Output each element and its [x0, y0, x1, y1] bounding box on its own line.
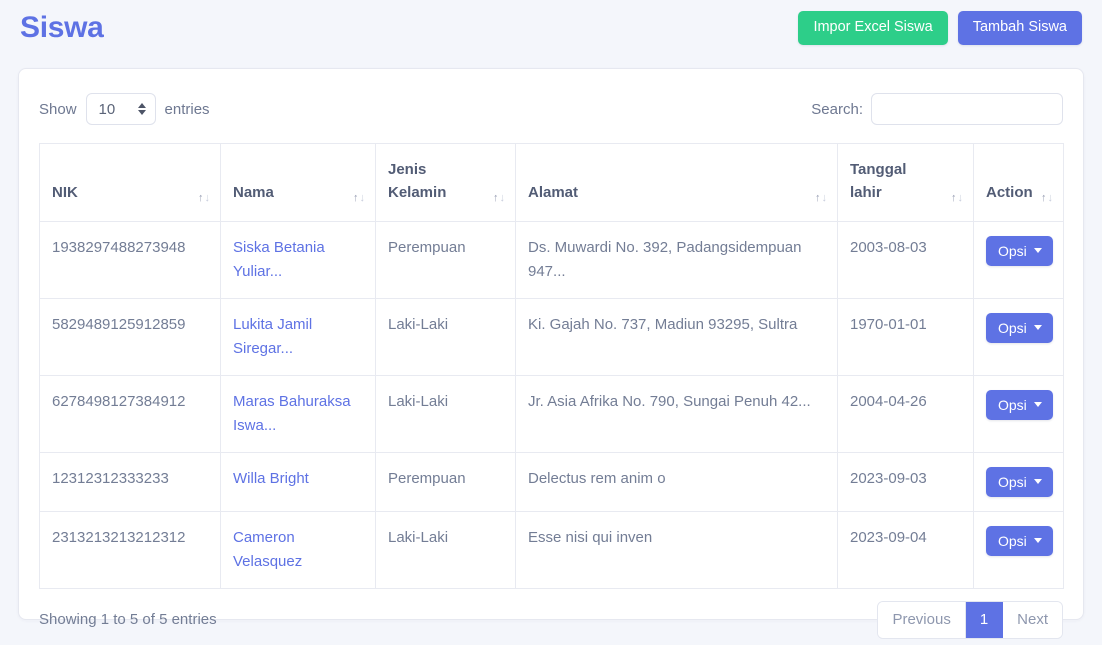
chevron-down-icon — [1033, 248, 1042, 253]
table-controls: Show 10 25 50 100 entries Search: — [39, 87, 1063, 131]
cell-nik: 2313213213212312 — [39, 510, 221, 589]
column-header-label: NIK — [52, 184, 78, 202]
page-header: Siswa Impor Excel Siswa Tambah Siswa — [0, 0, 1102, 58]
students-table: NIK ↑↓ Nama ↑↓ Jenis Kelamin ↑↓ Alamat ↑… — [39, 143, 1064, 589]
cell-jenis-kelamin: Perempuan — [375, 220, 516, 299]
column-header-nama[interactable]: Nama ↑↓ — [220, 143, 376, 222]
options-label: Opsi — [998, 242, 1027, 259]
page-title: Siswa — [20, 11, 104, 44]
chevron-down-icon — [1033, 325, 1042, 330]
entries-length-control: Show 10 25 50 100 entries — [39, 93, 210, 125]
cell-nik: 6278498127384912 — [39, 374, 221, 453]
search-input[interactable] — [871, 93, 1063, 125]
chevron-down-icon — [1033, 402, 1042, 407]
cell-nik: 12312312333233 — [39, 451, 221, 512]
student-name-link[interactable]: Maras Bahuraksa Iswa... — [233, 393, 351, 434]
student-name-link[interactable]: Siska Betania Yuliar... — [233, 239, 325, 280]
cell-alamat: Esse nisi qui inven — [515, 510, 838, 589]
sort-updown-icon: ↑↓ — [353, 191, 366, 204]
cell-nama: Lukita Jamil Siregar... — [220, 297, 376, 376]
options-dropdown-button[interactable]: Opsi — [986, 312, 1053, 343]
column-header-nik[interactable]: NIK ↑↓ — [39, 143, 221, 222]
sort-updown-icon: ↑↓ — [951, 191, 964, 204]
entries-select-wrapper: 10 25 50 100 — [85, 93, 156, 125]
options-dropdown-button[interactable]: Opsi — [986, 389, 1053, 420]
cell-nama: Siska Betania Yuliar... — [220, 220, 376, 299]
student-name-link[interactable]: Lukita Jamil Siregar... — [233, 316, 312, 357]
options-label: Opsi — [998, 319, 1027, 336]
search-control: Search: — [811, 93, 1063, 125]
student-name-link[interactable]: Willa Bright — [233, 470, 309, 487]
table-head: NIK ↑↓ Nama ↑↓ Jenis Kelamin ↑↓ Alamat ↑… — [39, 143, 1064, 222]
options-dropdown-button[interactable]: Opsi — [986, 235, 1053, 266]
cell-jenis-kelamin: Laki-Laki — [375, 297, 516, 376]
cell-alamat: Ki. Gajah No. 737, Madiun 93295, Sultra — [515, 297, 838, 376]
cell-alamat: Ds. Muwardi No. 392, Padangsidempuan 947… — [515, 220, 838, 299]
students-card: Show 10 25 50 100 entries Search: — [18, 68, 1084, 639]
cell-alamat: Jr. Asia Afrika No. 790, Sungai Penuh 42… — [515, 374, 838, 453]
cell-action: Opsi — [973, 451, 1064, 512]
entries-info: Showing 1 to 5 of 5 entries — [39, 611, 217, 628]
cell-alamat: Delectus rem anim o — [515, 451, 838, 512]
entries-select[interactable]: 10 25 50 100 — [85, 93, 156, 125]
entries-label: entries — [164, 100, 210, 118]
cell-tanggal-lahir: 2004-04-26 — [837, 374, 974, 453]
header-actions: Impor Excel Siswa Tambah Siswa — [798, 11, 1082, 45]
cell-nama: Maras Bahuraksa Iswa... — [220, 374, 376, 453]
sort-updown-icon: ↑↓ — [493, 191, 506, 204]
cell-nik: 1938297488273948 — [39, 220, 221, 299]
import-excel-button[interactable]: Impor Excel Siswa — [798, 11, 948, 45]
column-header-tanggal-lahir[interactable]: Tanggal lahir ↑↓ — [837, 143, 974, 222]
table-row: 2313213213212312 Cameron Velasquez Laki-… — [39, 510, 1064, 589]
cell-action: Opsi — [973, 297, 1064, 376]
sort-updown-icon: ↑↓ — [815, 191, 828, 204]
cell-tanggal-lahir: 2023-09-04 — [837, 510, 974, 589]
cell-nama: Cameron Velasquez — [220, 510, 376, 589]
table-row: 5829489125912859 Lukita Jamil Siregar...… — [39, 297, 1064, 376]
column-header-alamat[interactable]: Alamat ↑↓ — [515, 143, 838, 222]
column-header-label: Tanggal lahir — [850, 161, 907, 202]
cell-action: Opsi — [973, 374, 1064, 453]
table-header-row: NIK ↑↓ Nama ↑↓ Jenis Kelamin ↑↓ Alamat ↑… — [39, 143, 1064, 222]
column-header-label: Nama — [233, 184, 274, 202]
table-row: 1938297488273948 Siska Betania Yuliar...… — [39, 220, 1064, 299]
cell-tanggal-lahir: 1970-01-01 — [837, 297, 974, 376]
cell-jenis-kelamin: Laki-Laki — [375, 374, 516, 453]
column-header-jenis-kelamin[interactable]: Jenis Kelamin ↑↓ — [375, 143, 516, 222]
table-row: 6278498127384912 Maras Bahuraksa Iswa...… — [39, 374, 1064, 453]
options-label: Opsi — [998, 396, 1027, 413]
table-body: 1938297488273948 Siska Betania Yuliar...… — [39, 220, 1064, 589]
students-table-wrapper: NIK ↑↓ Nama ↑↓ Jenis Kelamin ↑↓ Alamat ↑… — [39, 143, 1064, 589]
cell-nik: 5829489125912859 — [39, 297, 221, 376]
column-header-label: Alamat — [528, 184, 579, 202]
cell-action: Opsi — [973, 510, 1064, 589]
pagination-next[interactable]: Next — [1003, 601, 1062, 638]
pagination: Previous 1 Next — [877, 600, 1063, 639]
column-header-action[interactable]: Action ↑↓ — [973, 143, 1064, 222]
page-root: Siswa Impor Excel Siswa Tambah Siswa Sho… — [0, 0, 1102, 641]
chevron-down-icon — [1033, 538, 1042, 543]
cell-nama: Willa Bright — [220, 451, 376, 512]
cell-tanggal-lahir: 2023-09-03 — [837, 451, 974, 512]
sort-updown-icon: ↑↓ — [1041, 191, 1054, 204]
table-footer: Showing 1 to 5 of 5 entries Previous 1 N… — [39, 589, 1063, 645]
pagination-previous[interactable]: Previous — [878, 601, 966, 638]
column-header-label: Jenis Kelamin — [388, 161, 447, 202]
options-dropdown-button[interactable]: Opsi — [986, 466, 1053, 497]
chevron-down-icon — [1033, 479, 1042, 484]
cell-jenis-kelamin: Perempuan — [375, 451, 516, 512]
pagination-page-1[interactable]: 1 — [965, 601, 1004, 638]
search-label: Search: — [811, 100, 863, 118]
show-label: Show — [39, 100, 77, 118]
table-row: 12312312333233 Willa Bright Perempuan De… — [39, 451, 1064, 512]
options-label: Opsi — [998, 532, 1027, 549]
cell-jenis-kelamin: Laki-Laki — [375, 510, 516, 589]
add-student-button[interactable]: Tambah Siswa — [957, 11, 1082, 45]
student-name-link[interactable]: Cameron Velasquez — [233, 529, 302, 570]
cell-tanggal-lahir: 2003-08-03 — [837, 220, 974, 299]
sort-updown-icon: ↑↓ — [198, 191, 211, 204]
options-label: Opsi — [998, 473, 1027, 490]
options-dropdown-button[interactable]: Opsi — [986, 525, 1053, 556]
cell-action: Opsi — [973, 220, 1064, 299]
